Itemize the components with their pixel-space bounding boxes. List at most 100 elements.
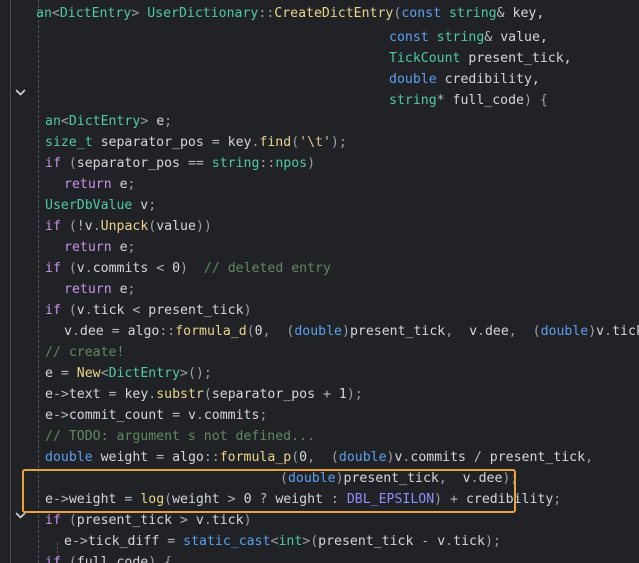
- code-line[interactable]: return e;: [64, 174, 135, 195]
- code-token: tick_diff: [87, 534, 160, 549]
- code-token: int: [278, 534, 303, 549]
- code-token: ;: [164, 114, 173, 129]
- code-token: );: [346, 387, 363, 402]
- code-line[interactable]: an<DictEntry> e;: [45, 111, 172, 132]
- code-token: e: [64, 534, 72, 549]
- code-editor[interactable]: an<DictEntry> UserDictionary::CreateDict…: [0, 0, 639, 563]
- code-token: if: [45, 261, 61, 276]
- code-line[interactable]: e = New<DictEntry>();: [45, 363, 212, 384]
- code-token: an: [45, 114, 61, 129]
- code-token: (: [164, 492, 173, 507]
- code-token: .: [203, 513, 212, 528]
- code-token: key: [227, 135, 252, 150]
- code-line[interactable]: const string& value,: [389, 27, 548, 48]
- code-token: ): [588, 324, 597, 339]
- code-token: .: [195, 408, 204, 423]
- code-token: .: [604, 324, 613, 339]
- code-token: commits: [92, 261, 149, 276]
- code-line[interactable]: e->text = key.substr(separator_pos + 1);: [45, 384, 363, 405]
- code-token: full_code: [76, 555, 149, 563]
- code-line[interactable]: string* full_code) {: [389, 90, 548, 111]
- code-token: size_t: [45, 135, 93, 150]
- code-token: (: [246, 324, 255, 339]
- code-token: 0: [243, 492, 252, 507]
- code-token: -: [413, 534, 438, 549]
- code-token: (: [60, 513, 77, 528]
- code-token: DictEntry: [108, 366, 181, 381]
- code-token: credibility: [465, 492, 554, 507]
- code-token: weight: [92, 450, 157, 465]
- code-line[interactable]: UserDbValue v;: [45, 195, 156, 216]
- code-token: npos: [275, 156, 308, 171]
- code-line[interactable]: (double)present_tick, v.dee);: [280, 468, 518, 489]
- code-token: .: [470, 471, 479, 486]
- code-line[interactable]: // create!: [45, 342, 124, 363]
- code-token: ): [243, 303, 252, 318]
- code-token: , (: [508, 324, 541, 339]
- code-line[interactable]: an<DictEntry> UserDictionary::CreateDict…: [36, 3, 544, 24]
- code-token: .: [445, 534, 454, 549]
- code-token: separator_pos: [76, 156, 188, 171]
- code-token: ): [335, 471, 344, 486]
- code-token: =: [116, 492, 141, 507]
- code-token: v: [596, 324, 605, 339]
- code-line[interactable]: double credibility,: [389, 69, 540, 90]
- code-token: v: [64, 324, 72, 339]
- code-token: algo: [127, 324, 160, 339]
- code-line[interactable]: if (v.tick < present_tick): [45, 300, 252, 321]
- code-token: >: [172, 513, 196, 528]
- code-line[interactable]: if (v.commits < 0) // deleted entry: [45, 258, 331, 279]
- code-token: /: [465, 450, 490, 465]
- code-token: commits: [203, 408, 260, 423]
- code-token: +: [442, 492, 466, 507]
- code-line[interactable]: if (!v.Unpack(value)): [45, 216, 212, 237]
- code-line[interactable]: v.dee = algo::formula_d(0, (double)prese…: [64, 321, 639, 342]
- chevron-down-icon[interactable]: [14, 509, 27, 522]
- code-token: <: [100, 366, 109, 381]
- code-token: , (: [307, 450, 339, 465]
- code-line[interactable]: TickCount present_tick,: [389, 48, 572, 69]
- code-token: full_code: [444, 93, 524, 108]
- code-token: ;: [553, 492, 562, 507]
- code-token: ,: [438, 471, 463, 486]
- code-token: an: [36, 6, 52, 21]
- code-line[interactable]: e->tick_diff = static_cast<int>(present_…: [64, 531, 501, 552]
- code-token: ::: [259, 156, 276, 171]
- code-token: separator_pos: [92, 135, 212, 150]
- code-token: +: [315, 387, 339, 402]
- code-line[interactable]: if (separator_pos == string::npos): [45, 153, 315, 174]
- chevron-down-icon[interactable]: [14, 86, 27, 99]
- code-token: ::: [258, 6, 275, 21]
- code-token: ): [307, 156, 316, 171]
- code-token: weight: [172, 492, 220, 507]
- code-token: ,: [585, 450, 594, 465]
- code-line[interactable]: double weight = algo::formula_p(0, (doub…: [45, 447, 593, 468]
- code-line[interactable]: if (present_tick > v.tick): [45, 510, 252, 531]
- code-line[interactable]: return e;: [64, 237, 135, 258]
- code-token: .: [84, 303, 93, 318]
- code-token: substr: [156, 387, 204, 402]
- code-token: v: [132, 198, 149, 213]
- code-token: DictEntry: [68, 114, 141, 129]
- code-line[interactable]: if (full_code) {: [45, 552, 172, 563]
- code-token: double: [287, 471, 336, 486]
- code-token: commit_count: [68, 408, 165, 423]
- code-token: return: [64, 240, 112, 255]
- code-line[interactable]: e->commit_count = v.commits;: [45, 405, 267, 426]
- code-token: (: [203, 387, 212, 402]
- code-token: key,: [504, 6, 545, 21]
- code-token: double: [45, 450, 93, 465]
- code-surface[interactable]: an<DictEntry> UserDictionary::CreateDict…: [36, 0, 639, 563]
- code-line[interactable]: // TODO: argument s not defined...: [45, 426, 315, 447]
- code-token: <: [51, 6, 60, 21]
- code-line[interactable]: e->weight = log(weight > 0 ? weight : DB…: [45, 489, 561, 510]
- code-token: value,: [492, 30, 548, 45]
- code-token: present_tick: [349, 324, 446, 339]
- code-token: ->: [52, 492, 69, 507]
- code-line[interactable]: return e;: [64, 279, 135, 300]
- code-token: e: [111, 282, 128, 297]
- code-line[interactable]: size_t separator_pos = key.find('\t');: [45, 132, 347, 153]
- code-token: value: [156, 219, 196, 234]
- code-token: UserDictionary: [147, 6, 259, 21]
